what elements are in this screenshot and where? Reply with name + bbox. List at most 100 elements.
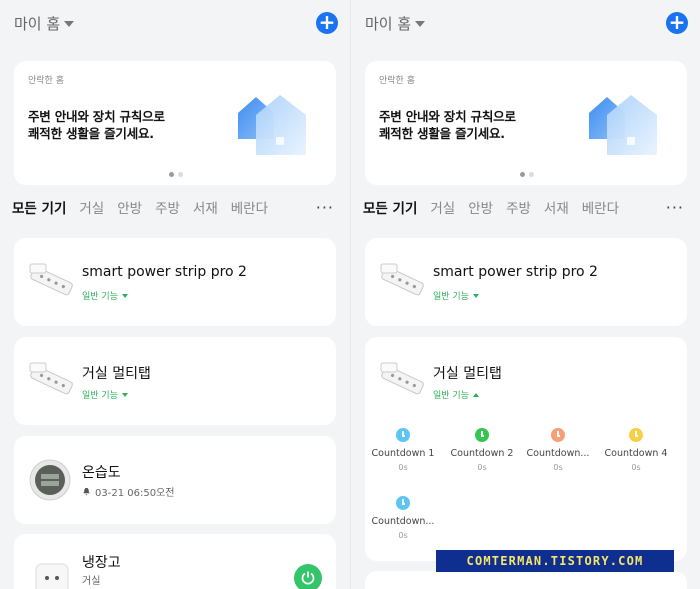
caret-down-icon [64,21,75,27]
countdown-3[interactable]: Countdown... 0s [523,428,593,472]
caret-down-icon [415,21,426,27]
banner-line-1: 주변 안내와 장치 규칙으로 [28,109,165,124]
function-dropdown[interactable]: 일반 기능 [82,388,128,401]
carousel-dots [169,172,183,177]
banner-text: 주변 안내와 장치 규칙으로 쾌적한 생활을 즐기세요. [379,108,516,142]
countdown-label: Countdown... [371,516,435,527]
tab-living-room[interactable]: 거실 [79,197,104,217]
device-room: 거실 [82,576,101,587]
home-selector[interactable]: 마이 홈 [14,13,75,34]
carousel-dot [178,172,183,177]
device-name: 냉장고 [82,555,121,571]
tab-all-devices[interactable]: 모든 기기 [363,197,417,217]
caret-up-icon [472,392,479,397]
top-bar: 마이 홈 + [365,10,688,36]
banner-caption: 안락한 홈 [28,76,64,86]
device-name: 온습도 [82,465,121,481]
more-tabs-icon[interactable]: ··· [316,198,334,217]
tab-bedroom[interactable]: 안방 [468,197,493,217]
function-label: 일반 기능 [433,391,469,401]
device-card-partial[interactable] [365,571,687,589]
banner-line-2: 쾌적한 생활을 즐기세요. [28,126,154,141]
timer-icon [396,428,410,442]
device-card-thermo-hygrometer[interactable]: 온습도 03-21 06:50오전 [14,436,336,524]
device-card-power-strip[interactable]: smart power strip pro 2 일반 기능 [365,238,687,326]
countdown-value: 0s [398,463,408,472]
timer-icon [629,428,643,442]
countdown-4[interactable]: Countdown 4 0s [601,428,671,472]
right-screen: 마이 홈 + 안락한 홈 주변 안내와 장치 규칙으로 쾌적한 생활을 즐기세요… [350,0,700,589]
countdown-1[interactable]: Countdown 1 0s [368,428,438,472]
banner-line-1: 주변 안내와 장치 규칙으로 [379,109,516,124]
house-illustration-icon [238,95,306,155]
tab-study[interactable]: 서재 [193,197,218,217]
function-label: 일반 기능 [82,391,118,401]
countdown-label: Countdown 2 [450,448,514,459]
function-label: 일반 기능 [82,292,118,302]
countdown-value: 0s [553,463,563,472]
power-icon [301,571,315,585]
function-label: 일반 기능 [433,292,469,302]
room-tabs: 모든 기기 거실 안방 주방 서재 베란다 ··· [363,196,690,218]
device-name: smart power strip pro 2 [433,264,598,280]
device-card-multitap-expanded[interactable]: 거실 멀티탭 일반 기능 Countdown 1 0s Countdown 2 … [365,337,687,561]
carousel-dot [529,172,534,177]
add-device-button[interactable]: + [666,12,688,34]
function-dropdown[interactable]: 일반 기능 [82,289,128,302]
tab-study[interactable]: 서재 [544,197,569,217]
home-name: 마이 홈 [14,14,61,33]
device-card-fridge[interactable]: 냉장고 거실 [14,534,336,589]
tab-all-devices[interactable]: 모든 기기 [12,197,66,217]
tab-kitchen[interactable]: 주방 [155,197,180,217]
power-strip-image [29,263,73,296]
device-card-power-strip[interactable]: smart power strip pro 2 일반 기능 [14,238,336,326]
banner-caption: 안락한 홈 [379,76,415,86]
banner-text: 주변 안내와 장치 규칙으로 쾌적한 생활을 즐기세요. [28,108,165,142]
smart-plug-image [35,563,69,589]
tab-veranda[interactable]: 베란다 [231,197,268,217]
left-screen: 마이 홈 + 안락한 홈 주변 안내와 장치 규칙으로 쾌적한 생활을 즐기세요… [0,0,350,589]
timer-icon [475,428,489,442]
banner-line-2: 쾌적한 생활을 즐기세요. [379,126,505,141]
countdown-label: Countdown... [526,448,590,459]
countdown-value: 0s [631,463,641,472]
carousel-dots [520,172,534,177]
home-name: 마이 홈 [365,14,412,33]
caret-down-icon [472,293,479,298]
promo-banner[interactable]: 안락한 홈 주변 안내와 장치 규칙으로 쾌적한 생활을 즐기세요. [365,61,687,185]
tab-veranda[interactable]: 베란다 [582,197,619,217]
add-device-button[interactable]: + [316,12,338,34]
caret-down-icon [121,392,128,397]
more-tabs-icon[interactable]: ··· [666,198,684,217]
carousel-dot [520,172,525,177]
device-status: 03-21 06:50오전 [82,484,174,499]
device-name: 거실 멀티탭 [433,366,502,382]
device-card-multitap[interactable]: 거실 멀티탭 일반 기능 [14,337,336,425]
home-selector[interactable]: 마이 홈 [365,13,426,34]
room-tabs: 모든 기기 거실 안방 주방 서재 베란다 ··· [12,196,340,218]
thermometer-device-image [29,459,71,501]
timer-icon [396,496,410,510]
function-dropdown[interactable]: 일반 기능 [433,289,479,302]
caret-down-icon [121,293,128,298]
countdown-label: Countdown 4 [604,448,668,459]
countdown-value: 0s [398,531,408,540]
tab-living-room[interactable]: 거실 [430,197,455,217]
countdown-label: Countdown 1 [371,448,435,459]
watermark: COMTERMAN.TISTORY.COM [436,550,674,572]
countdown-5[interactable]: Countdown... 0s [368,496,438,540]
timer-icon [551,428,565,442]
tab-bedroom[interactable]: 안방 [117,197,142,217]
countdown-2[interactable]: Countdown 2 0s [447,428,517,472]
function-dropdown[interactable]: 일반 기능 [433,388,479,401]
power-toggle-button[interactable] [294,564,322,589]
carousel-dot [169,172,174,177]
tab-kitchen[interactable]: 주방 [506,197,531,217]
power-strip-image [380,362,424,395]
device-name: 거실 멀티탭 [82,366,151,382]
power-strip-image [29,362,73,395]
last-update-time: 03-21 06:50오전 [95,488,175,499]
power-strip-image [380,263,424,296]
promo-banner[interactable]: 안락한 홈 주변 안내와 장치 규칙으로 쾌적한 생활을 즐기세요. [14,61,336,185]
device-name: smart power strip pro 2 [82,264,247,280]
